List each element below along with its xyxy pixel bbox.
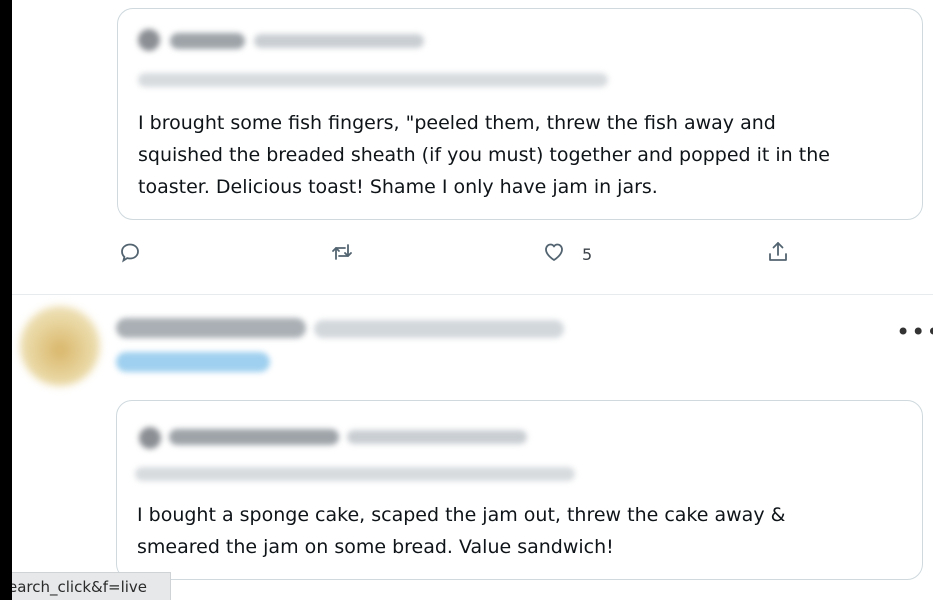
retweet-icon (330, 240, 354, 268)
quoted-tweet-author-blurred (170, 33, 245, 49)
quoted-tweet-2-text: I bought a sponge cake, scaped the jam o… (137, 504, 786, 558)
tweet-divider (12, 294, 933, 295)
quoted-tweet-avatar (138, 29, 160, 51)
tweet-blurred-link[interactable] (116, 352, 270, 372)
quoted-tweet-replying-to-blurred (138, 73, 608, 87)
like-button[interactable]: 5 (542, 240, 592, 268)
share-icon (766, 240, 790, 268)
browser-status-url: earch_click&f=live (12, 572, 171, 600)
retweet-button[interactable] (330, 240, 354, 268)
more-options-button[interactable]: ••• (896, 318, 933, 346)
reply-icon (118, 240, 142, 268)
quoted-tweet-2-avatar (139, 427, 161, 449)
reply-button[interactable] (118, 240, 142, 268)
quoted-tweet-2-replying-to-blurred (135, 467, 575, 481)
tweet-action-bar: 5 (118, 240, 818, 276)
like-count: 5 (582, 244, 593, 264)
heart-icon (542, 240, 566, 268)
tweet-author-avatar[interactable] (20, 306, 100, 386)
share-button[interactable] (766, 240, 790, 268)
tweet-author-name-blurred[interactable] (116, 318, 306, 338)
tweet-author-handle-blurred (314, 320, 564, 338)
quoted-tweet-2-handle-blurred (347, 430, 527, 444)
quoted-tweet-2-author-blurred (169, 429, 339, 445)
quoted-tweet-handle-blurred (254, 34, 424, 48)
window-edge (0, 0, 12, 600)
quoted-tweet-card-2[interactable]: I bought a sponge cake, scaped the jam o… (116, 400, 923, 580)
quoted-tweet-text: I brought some fish fingers, "peeled the… (138, 112, 830, 198)
quoted-tweet-card[interactable]: I brought some fish fingers, "peeled the… (117, 8, 923, 220)
